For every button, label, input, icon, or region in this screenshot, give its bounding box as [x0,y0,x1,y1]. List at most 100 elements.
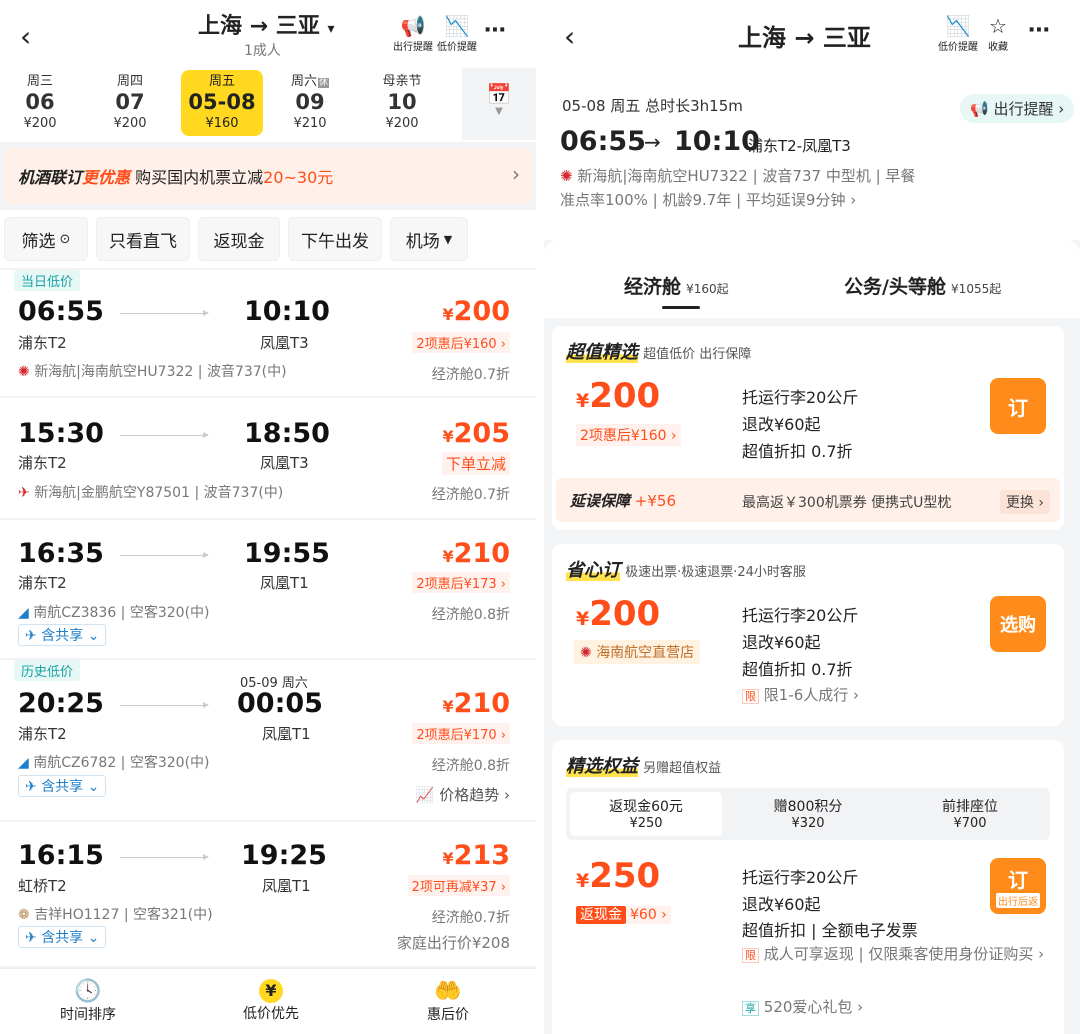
promo-highlight: 更优惠 [82,168,131,187]
gift-text: 520爱心礼包 › [763,998,864,1016]
filter-bar: 筛选 ⊙ 只看直飞 返现金 下午出发 机场 ▼ [0,210,536,268]
benefit-options: 返现金60元 ¥250 赠800积分 ¥320 前排座位 ¥700 [566,788,1050,840]
price-value: 213 [453,840,510,871]
tab-active-indicator [662,306,700,309]
route-title[interactable]: 上海 → 三亚 ▾ [198,8,334,40]
promo-desc: 购买国内机票立减 [135,168,264,187]
price-alert-button[interactable]: 📉 低价提醒 [437,14,477,53]
plane-icon: ✈ [25,779,37,795]
dep-time: 16:35 [18,538,104,569]
chevron-down-icon: ▼ [495,106,503,117]
offer-title: 省心订 [566,560,620,581]
calendar-button[interactable]: 📅 ▼ [462,68,536,140]
travel-remind-pill[interactable]: 📢 出行提醒 › [960,94,1075,123]
order-button[interactable]: 订 [990,378,1046,434]
feature-refund: 退改¥60起 [742,415,821,434]
date-tab[interactable]: 母亲节 10 ¥200 [362,70,442,136]
icon-label: 收藏 [988,42,1008,53]
bell-icon: 📢 [970,100,989,118]
favorite-button[interactable]: ☆ 收藏 [988,14,1008,53]
store-name: 海南航空直营店 [596,645,695,661]
cabin-tabs: 经济舱 ¥160起 公务/头等舱 ¥1055起 [544,240,1080,318]
more-icon[interactable]: ⋯ [1028,18,1050,43]
punctuality-stats[interactable]: 准点率100% | 机龄9.7年 | 平均延误9分钟 › [560,189,856,210]
flight-card[interactable]: 历史低价 05-09 周六 20:25 00:05 浦东T2 凤凰T1 ¥210… [0,660,536,820]
offer-card-benefits[interactable]: 精选权益 另赠超值权益 返现金60元 ¥250 赠800积分 ¥320 前排座位 ¥7… [552,740,1064,1034]
airport-chip[interactable]: 机场 ▼ [390,217,468,261]
discount-note: 下单立减 [441,452,510,475]
sort-discount-button[interactable]: 🤲 惠后价 [388,979,508,1024]
limit-note[interactable]: 限 限1-6人成行 › [742,684,859,705]
feature-discount: 超值折扣 0.7折 [742,442,853,461]
date-tab-selected[interactable]: 周五 05-08 ¥160 [181,70,263,136]
price-value: 205 [453,418,510,449]
offer-card-worryfree[interactable]: 省心订 极速出票·极速退票·24小时客服 ¥200 ✺ 海南航空直营店 托运行李… [552,544,1064,726]
direct-only-chip[interactable]: 只看直飞 [96,217,190,261]
arr-airport: 凤凰T1 [262,725,311,743]
cabin-discount: 经济舱0.8折 [431,607,510,623]
arrow-line [120,310,209,316]
discount-note[interactable]: 2项可再减¥37 › [407,875,510,896]
plane: 空客320(中) [129,605,210,621]
sort-time-button[interactable]: 🕓 时间排序 [28,979,148,1024]
arrow-line [120,432,209,438]
trend-label: 价格趋势 › [439,786,510,804]
filter-button[interactable]: 筛选 ⊙ [4,217,88,261]
flight-card[interactable]: 15:30 18:50 浦东T2 凤凰T3 ¥205 下单立减 ✈ 新海航|金鹏… [0,398,536,518]
back-icon[interactable]: ‹ [20,20,31,53]
order-button[interactable]: 订出行后返 [990,858,1046,914]
flight-card[interactable]: 16:35 19:55 浦东T2 凤凰T1 ¥210 2项惠后¥173 › ◢ … [0,520,536,658]
buy-button[interactable]: 选购 [990,596,1046,652]
tab-business[interactable]: 公务/头等舱 ¥1055起 [844,272,1001,299]
offer-title: 超值精选 [566,342,638,363]
cashback-chip[interactable]: 返现金 [198,217,280,261]
discount-note[interactable]: 2项惠后¥173 › [412,572,510,593]
flight-card[interactable]: 16:15 19:25 虹桥T2 凤凰T1 ¥213 2项可再减¥37 › ❁ … [0,822,536,966]
icon-label: 出行提醒 [393,42,433,53]
gift-note[interactable]: 享 520爱心礼包 › [742,996,863,1017]
date-price: ¥160 [205,116,239,131]
date-tab[interactable]: 周四 07 ¥200 [90,70,170,136]
benefit-option-selected[interactable]: 返现金60元 ¥250 [570,792,722,836]
airline: 南航CZ3836 [33,605,117,621]
icon-label: 低价提醒 [437,42,477,53]
offer-header: 省心订 极速出票·极速退票·24小时客服 [566,556,806,582]
limit-note[interactable]: 限 成人可享返现 | 仅限乘客使用身份证购买 › [742,944,1054,966]
more-icon[interactable]: ⋯ [484,18,506,43]
promo-banner[interactable]: 机酒联订更优惠 购买国内机票立减20~30元 › [4,148,532,204]
dep-airport: 浦东T2 [18,725,67,743]
flight-card[interactable]: 当日低价 06:55 10:10 浦东T2 凤凰T3 ¥200 2项惠后¥160… [0,270,536,396]
price-alert-button[interactable]: 📉 低价提醒 [938,14,978,53]
codeshare-badge[interactable]: ✈ 含共享 ⌄ [18,775,107,797]
travel-remind-button[interactable]: 📢 出行提醒 [393,14,433,53]
benefit-option[interactable]: 前排座位 ¥700 [894,796,1046,831]
discount-note[interactable]: 2项惠后¥160 › [412,332,510,353]
sort-label: 惠后价 [427,1007,469,1023]
offer-price: ¥200 [576,376,661,416]
date-tab[interactable]: 周六休 09 ¥210 [270,70,350,136]
tab-label: 经济舱 [624,276,682,298]
codeshare-badge[interactable]: ✈ 含共享 ⌄ [18,624,107,646]
benefit-option[interactable]: 赠800积分 ¥320 [732,796,884,831]
afternoon-chip[interactable]: 下午出发 [288,217,382,261]
sort-price-button[interactable]: ¥ 低价优先 [211,979,331,1023]
sort-label: 时间排序 [60,1007,116,1023]
offer-card-value[interactable]: 超值精选 超值低价 出行保障 ¥200 2项惠后¥160 › 托运行李20公斤 … [552,326,1064,530]
tab-economy[interactable]: 经济舱 ¥160起 [624,272,729,299]
delay-insurance-row[interactable]: 延误保障 +¥56 最高返￥300机票券 便携式U型枕 更换 › [556,478,1060,522]
discount-note[interactable]: 2项惠后¥170 › [412,723,510,744]
codeshare-badge[interactable]: ✈ 含共享 ⌄ [18,926,107,948]
discount-note[interactable]: 2项惠后¥160 › [576,424,681,446]
price-alert-icon: 📉 [444,14,470,38]
feature-discount: 超值折扣 0.7折 [742,660,853,679]
cashback-amount: ¥60 › [626,906,671,924]
bottom-sort-bar: 🕓 时间排序 ¥ 低价优先 🤲 惠后价 [0,968,536,1034]
price-value: 200 [453,296,510,327]
airline-info: ✈ 新海航|金鹏航空Y87501 | 波音737(中) [18,485,284,501]
cashback-note[interactable]: 返现金 ¥60 › [576,904,671,924]
back-icon[interactable]: ‹ [564,20,575,53]
change-button[interactable]: 更换 › [999,490,1050,514]
price-trend-link[interactable]: 📈 价格趋势 › [416,784,510,805]
trend-icon: 📈 [415,786,435,804]
date-tab[interactable]: 周三 06 ¥200 [0,70,80,136]
